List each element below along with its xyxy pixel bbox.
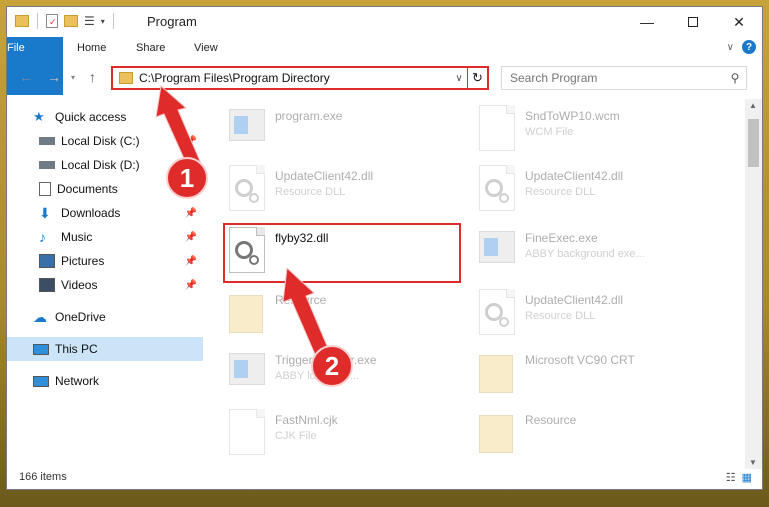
annotation-arrows (155, 85, 334, 367)
step-badge-2: 2 (311, 345, 353, 387)
step-badge-1: 1 (166, 157, 208, 199)
